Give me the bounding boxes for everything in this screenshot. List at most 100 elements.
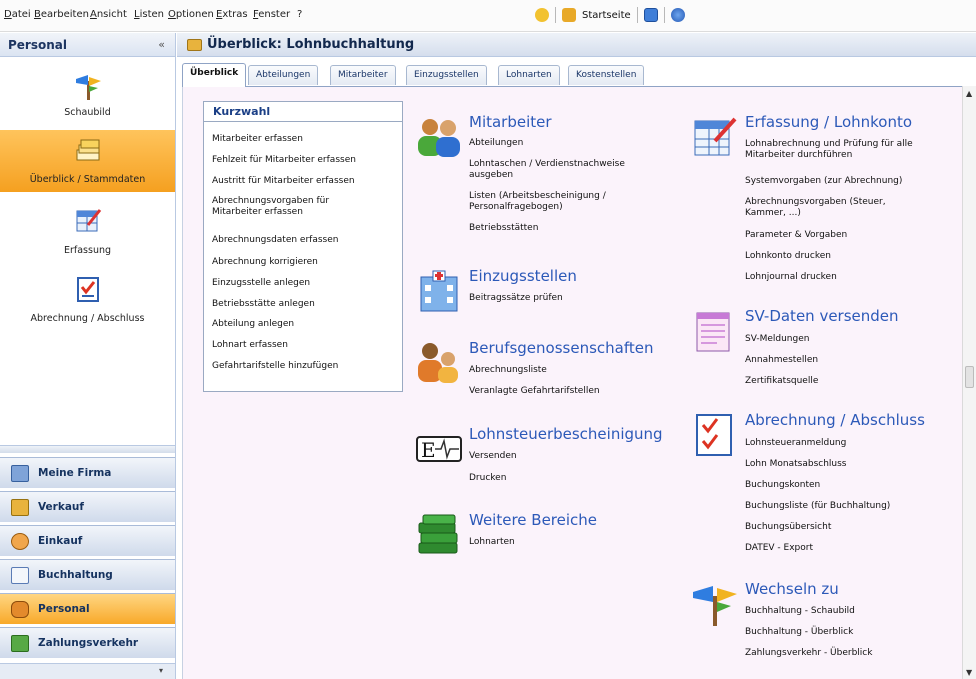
section-title[interactable]: Wechseln zu — [745, 580, 839, 598]
menu-extras[interactable]: Extras — [216, 9, 248, 20]
people-icon — [11, 601, 29, 618]
module-buchhaltung[interactable]: Buchhaltung — [0, 559, 175, 590]
nav-entry-abrechnung[interactable]: Abrechnung / Abschluss — [0, 269, 175, 329]
module-einkauf[interactable]: Einkauf — [0, 525, 175, 556]
tab-ueberblick[interactable]: Überblick — [182, 63, 247, 87]
menu-bearbeiten[interactable]: Bearbeiten — [34, 9, 89, 20]
section-link[interactable]: Buchhaltung - Schaubild — [745, 606, 945, 617]
section-title[interactable]: Mitarbeiter — [469, 113, 552, 131]
kurzwahl-link[interactable]: Gefahrtarifstelle hinzufügen — [212, 361, 397, 372]
section-title[interactable]: Abrechnung / Abschluss — [745, 411, 925, 429]
section-link[interactable]: Betriebsstätten — [469, 223, 669, 234]
section-title[interactable]: Einzugsstellen — [469, 267, 577, 285]
kurzwahl-link[interactable]: Abrechnungsdaten erfassen — [212, 235, 397, 246]
module-verkauf[interactable]: Verkauf — [0, 491, 175, 522]
section-link[interactable]: DATEV - Export — [745, 543, 945, 554]
menu-fenster[interactable]: Fenster — [253, 9, 290, 20]
section-title[interactable]: Erfassung / Lohnkonto — [745, 113, 912, 131]
menu-optionen[interactable]: Optionen — [168, 9, 214, 20]
section-title[interactable]: Lohnsteuerbescheinigung — [469, 425, 663, 443]
module-label: Zahlungsverkehr — [38, 637, 139, 649]
section-link[interactable]: Lohnkonto drucken — [745, 251, 945, 262]
section-link[interactable]: Lohnabrechnung und Prüfung für alle Mita… — [745, 139, 930, 161]
section-link[interactable]: Buchungsliste (für Buchhaltung) — [745, 501, 945, 512]
ledger-icon — [11, 567, 29, 584]
section-link[interactable]: Buchhaltung - Überblick — [745, 627, 945, 638]
chevron-down-icon[interactable]: ▾ — [159, 666, 163, 675]
module-zahlungsverkehr[interactable]: Zahlungsverkehr — [0, 627, 175, 658]
menu-help[interactable]: ? — [297, 9, 302, 20]
scroll-thumb[interactable] — [965, 366, 974, 388]
overview-content: Kurzwahl Mitarbeiter erfassen Fehlzeit f… — [182, 86, 962, 679]
kurzwahl-link[interactable]: Fehlzeit für Mitarbeiter erfassen — [212, 155, 397, 166]
elster-icon: E — [416, 436, 462, 462]
section-erfassung: Erfassung / Lohnkonto Lohnabrechnung und… — [691, 113, 961, 293]
section-link[interactable]: Systemvorgaben (zur Abrechnung) — [745, 176, 945, 187]
section-link[interactable]: Annahmestellen — [745, 355, 945, 366]
section-link[interactable]: Abrechnungsliste — [469, 365, 669, 376]
home-icon[interactable] — [562, 8, 576, 22]
menu-datei[interactable]: Datei — [4, 9, 31, 20]
toolbar-separator — [555, 7, 556, 23]
module-personal[interactable]: Personal — [0, 593, 175, 624]
kurzwahl-link[interactable]: Einzugsstelle anlegen — [212, 278, 397, 289]
menu-listen[interactable]: Listen — [134, 9, 164, 20]
kurzwahl-link[interactable]: Lohnart erfassen — [212, 340, 397, 351]
section-link[interactable]: Buchungskonten — [745, 480, 945, 491]
section-link[interactable]: Lohnjournal drucken — [745, 272, 945, 283]
tab-kostenstellen[interactable]: Kostenstellen — [568, 65, 645, 85]
section-link[interactable]: Listen (Arbeitsbescheinigung / Personalf… — [469, 191, 634, 213]
section-link[interactable]: SV-Meldungen — [745, 334, 945, 345]
section-link[interactable]: Parameter & Vorgaben — [745, 230, 945, 241]
nav-entry-erfassung[interactable]: Erfassung — [0, 201, 175, 261]
tab-einzugsstellen[interactable]: Einzugsstellen — [406, 65, 487, 85]
section-sv-daten: SV-Daten versenden SV-Meldungen Annahmes… — [691, 307, 961, 387]
help-icon[interactable] — [670, 8, 685, 22]
section-einzugsstellen: Einzugsstellen Beitragssätze prüfen — [415, 267, 695, 317]
nav-entry-schaubild[interactable]: Schaubild — [0, 67, 175, 127]
tab-abteilungen[interactable]: Abteilungen — [248, 65, 319, 85]
section-title[interactable]: SV-Daten versenden — [745, 307, 899, 325]
kurzwahl-link[interactable]: Abrechnungsvorgaben für Mitarbeiter erfa… — [212, 196, 362, 218]
tab-lohnarten[interactable]: Lohnarten — [498, 65, 560, 85]
module-meine-firma[interactable]: Meine Firma — [0, 457, 175, 488]
section-title[interactable]: Berufsgenossenschaften — [469, 339, 653, 357]
section-wechseln: Wechseln zu Buchhaltung - Schaubild Buch… — [691, 580, 961, 670]
kurzwahl-link[interactable]: Mitarbeiter erfassen — [212, 134, 397, 145]
hand-icon — [11, 533, 29, 550]
splitter-handle[interactable] — [0, 445, 175, 453]
section-link[interactable]: Beitragssätze prüfen — [469, 293, 669, 304]
section-link[interactable]: Lohnarten — [469, 537, 669, 548]
section-title[interactable]: Weitere Bereiche — [469, 511, 597, 529]
favorites-icon[interactable] — [535, 8, 549, 22]
section-link[interactable]: Buchungsübersicht — [745, 522, 945, 533]
svg-text:E: E — [421, 438, 436, 462]
vertical-scrollbar[interactable]: ▲ ▼ — [962, 86, 976, 679]
section-lohnsteuerbescheinigung: E Lohnsteuerbescheinigung Versenden Druc… — [415, 425, 715, 487]
section-link[interactable]: Veranlagte Gefahrtarifstellen — [469, 386, 669, 397]
tab-mitarbeiter[interactable]: Mitarbeiter — [330, 65, 396, 85]
nav-entry-label: Erfassung — [63, 245, 112, 256]
section-link[interactable]: Zahlungsverkehr - Überblick — [745, 648, 945, 659]
section-link[interactable]: Drucken — [469, 473, 669, 484]
startseite-button[interactable]: Startseite — [582, 10, 631, 21]
section-link[interactable]: Versenden — [469, 451, 669, 462]
module-label: Verkauf — [38, 501, 84, 513]
kurzwahl-link[interactable]: Betriebsstätte anlegen — [212, 299, 397, 310]
collapse-icon[interactable]: « — [158, 38, 165, 51]
nav-entry-ueberblick[interactable]: Überblick / Stammdaten — [0, 130, 175, 192]
section-link[interactable]: Abrechnungsvorgaben (Steuer, Kammer, ...… — [745, 197, 910, 219]
scroll-up-icon[interactable]: ▲ — [966, 89, 972, 98]
window-icon[interactable] — [643, 8, 658, 22]
menu-ansicht[interactable]: Ansicht — [90, 9, 127, 20]
section-link[interactable]: Lohnsteueranmeldung — [745, 438, 945, 449]
kurzwahl-link[interactable]: Abrechnung korrigieren — [212, 257, 397, 268]
section-link[interactable]: Abteilungen — [469, 138, 669, 149]
section-link[interactable]: Lohntaschen / Verdienstnachweise ausgebe… — [469, 159, 654, 181]
kurzwahl-link[interactable]: Austritt für Mitarbeiter erfassen — [212, 176, 397, 187]
checklist-icon — [77, 277, 99, 302]
section-link[interactable]: Zertifikatsquelle — [745, 376, 945, 387]
scroll-down-icon[interactable]: ▼ — [966, 668, 972, 677]
kurzwahl-link[interactable]: Abteilung anlegen — [212, 319, 397, 330]
section-link[interactable]: Lohn Monatsabschluss — [745, 459, 945, 470]
